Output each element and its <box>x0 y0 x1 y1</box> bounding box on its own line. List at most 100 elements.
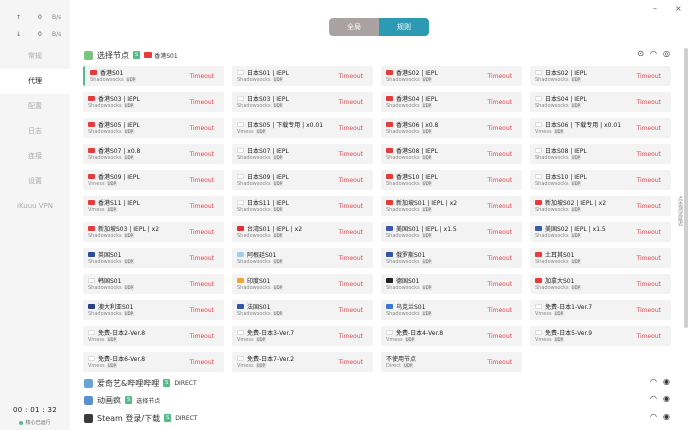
eye-icon[interactable]: ◉ <box>663 412 670 421</box>
proxy-node-card[interactable]: 香港S07 | x0.8 Shadowsocks UDP Timeout <box>83 144 224 164</box>
proxy-node-card[interactable]: 法国S01 Shadowsocks UDP Timeout <box>232 300 373 320</box>
proxy-node-card[interactable]: 新加坡S03 | IEPL | x2 Shadowsocks UDP Timeout <box>83 222 224 242</box>
node-delay[interactable]: Timeout <box>487 333 512 340</box>
node-delay[interactable]: Timeout <box>189 229 214 236</box>
node-delay[interactable]: Timeout <box>636 307 661 314</box>
node-delay[interactable]: Timeout <box>189 307 214 314</box>
node-delay[interactable]: Timeout <box>487 229 512 236</box>
proxy-node-card[interactable]: 免费-日本6-Ver.8 Vmess UDP Timeout <box>83 352 224 372</box>
node-delay[interactable]: Timeout <box>189 99 214 106</box>
node-delay[interactable]: Timeout <box>338 255 363 262</box>
proxy-node-card[interactable]: 印度S01 Shadowsocks UDP Timeout <box>232 274 373 294</box>
latency-test-icon[interactable]: ◠ <box>650 412 657 421</box>
eye-icon[interactable]: ◉ <box>663 377 670 386</box>
node-delay[interactable]: Timeout <box>487 281 512 288</box>
proxy-node-card[interactable]: 香港S01 Shadowsocks UDP Timeout <box>83 66 224 86</box>
latency-test-icon[interactable]: ◠ <box>650 377 657 386</box>
node-delay[interactable]: Timeout <box>189 203 214 210</box>
mode-global-button[interactable]: 全局 <box>329 18 379 36</box>
proxy-node-card[interactable]: 免费-日本7-Ver.2 Vmess UDP Timeout <box>232 352 373 372</box>
node-delay[interactable]: Timeout <box>338 359 363 366</box>
proxy-node-card[interactable]: 香港S08 | IEPL Shadowsocks UDP Timeout <box>381 144 522 164</box>
node-delay[interactable]: Timeout <box>189 177 214 184</box>
node-delay[interactable]: Timeout <box>487 307 512 314</box>
proxy-node-card[interactable]: 免费-日本5-Ver.9 Vmess UDP Timeout <box>530 326 671 346</box>
group-header-anime[interactable]: 动画疯 S 选择节点 ◠ ◉ <box>84 393 674 407</box>
proxy-node-card[interactable]: 日本S07 | IEPL Shadowsocks UDP Timeout <box>232 144 373 164</box>
node-delay[interactable]: Timeout <box>338 307 363 314</box>
proxy-node-card[interactable]: 新加坡S01 | IEPL | x2 Shadowsocks UDP Timeout <box>381 196 522 216</box>
node-delay[interactable]: Timeout <box>636 281 661 288</box>
eye-icon[interactable]: ◉ <box>663 394 670 403</box>
proxy-node-card[interactable]: 免费-日本4-Ver.8 Vmess UDP Timeout <box>381 326 522 346</box>
sidebar-item-logs[interactable]: 日志 <box>0 119 70 144</box>
sidebar-item-connections[interactable]: 连接 <box>0 144 70 169</box>
proxy-node-card[interactable]: 德国S01 Shadowsocks UDP Timeout <box>381 274 522 294</box>
proxy-node-card[interactable]: 英国S01 Shadowsocks UDP Timeout <box>83 248 224 268</box>
node-delay[interactable]: Timeout <box>189 125 214 132</box>
proxy-node-card[interactable]: 澳大利亚S01 Shadowsocks UDP Timeout <box>83 300 224 320</box>
scrollbar[interactable] <box>684 48 688 328</box>
group-header-steam[interactable]: Steam 登录/下载 S DIRECT ◠ ◉ <box>84 411 674 425</box>
hide-icon[interactable]: ◎ <box>663 49 670 58</box>
proxy-node-card[interactable]: 日本S11 | IEPL Shadowsocks UDP Timeout <box>232 196 373 216</box>
proxy-node-card[interactable]: 不使用节点 Direct UDP Timeout <box>381 352 522 372</box>
node-delay[interactable]: Timeout <box>636 99 661 106</box>
proxy-node-card[interactable]: 日本S05 | 下载专用 | x0.01 Vmess UDP Timeout <box>232 118 373 138</box>
node-delay[interactable]: Timeout <box>636 151 661 158</box>
node-delay[interactable]: Timeout <box>338 99 363 106</box>
proxy-node-card[interactable]: 美国S01 | IEPL | x1.5 Shadowsocks UDP Timeout <box>381 222 522 242</box>
proxy-node-card[interactable]: 免费-日本1-Ver.7 Vmess UDP Timeout <box>530 300 671 320</box>
sidebar-item-profiles[interactable]: 配置 <box>0 94 70 119</box>
node-delay[interactable]: Timeout <box>636 255 661 262</box>
proxy-node-card[interactable]: 免费-日本2-Ver.8 Vmess UDP Timeout <box>83 326 224 346</box>
node-delay[interactable]: Timeout <box>338 73 363 80</box>
node-delay[interactable]: Timeout <box>636 203 661 210</box>
proxy-node-card[interactable]: 香港S11 | IEPL Vmess UDP Timeout <box>83 196 224 216</box>
mode-rule-button[interactable]: 规则 <box>379 18 429 36</box>
proxy-node-card[interactable]: 新加坡S02 | IEPL | x2 Shadowsocks UDP Timeout <box>530 196 671 216</box>
node-delay[interactable]: Timeout <box>487 125 512 132</box>
proxy-node-card[interactable]: 台湾S01 | IEPL | x2 Shadowsocks UDP Timeout <box>232 222 373 242</box>
proxy-node-card[interactable]: 俄罗斯S01 Shadowsocks UDP Timeout <box>381 248 522 268</box>
node-delay[interactable]: Timeout <box>189 73 214 80</box>
proxy-node-card[interactable]: 日本S10 | IEPL Shadowsocks UDP Timeout <box>530 170 671 190</box>
node-delay[interactable]: Timeout <box>338 177 363 184</box>
proxy-node-card[interactable]: 香港S05 | IEPL Shadowsocks UDP Timeout <box>83 118 224 138</box>
node-delay[interactable]: Timeout <box>338 203 363 210</box>
locate-icon[interactable]: ⊙ <box>637 49 644 58</box>
node-delay[interactable]: Timeout <box>338 125 363 132</box>
node-delay[interactable]: Timeout <box>487 177 512 184</box>
node-delay[interactable]: Timeout <box>487 359 512 366</box>
proxy-node-card[interactable]: 日本S01 | IEPL Shadowsocks UDP Timeout <box>232 66 373 86</box>
node-delay[interactable]: Timeout <box>487 99 512 106</box>
node-delay[interactable]: Timeout <box>636 125 661 132</box>
node-delay[interactable]: Timeout <box>636 333 661 340</box>
node-delay[interactable]: Timeout <box>189 281 214 288</box>
latency-test-icon[interactable]: ◠ <box>650 49 657 58</box>
node-delay[interactable]: Timeout <box>487 203 512 210</box>
proxy-node-card[interactable]: 土耳其S01 Shadowsocks UDP Timeout <box>530 248 671 268</box>
proxy-node-card[interactable]: 乌克兰S01 Shadowsocks UDP Timeout <box>381 300 522 320</box>
proxy-node-card[interactable]: 韩国S01 Shadowsocks UDP Timeout <box>83 274 224 294</box>
proxy-node-card[interactable]: 日本S08 | IEPL Shadowsocks UDP Timeout <box>530 144 671 164</box>
node-delay[interactable]: Timeout <box>487 73 512 80</box>
node-delay[interactable]: Timeout <box>189 255 214 262</box>
node-delay[interactable]: Timeout <box>189 359 214 366</box>
sidebar-item-ikuuu[interactable]: iKuuu VPN <box>0 194 70 219</box>
proxy-node-card[interactable]: 香港S09 | IEPL Vmess UDP Timeout <box>83 170 224 190</box>
proxy-node-card[interactable]: 日本S06 | 下载专用 | x0.01 Vmess UDP Timeout <box>530 118 671 138</box>
proxy-node-card[interactable]: 香港S06 | x0.8 Shadowsocks UDP Timeout <box>381 118 522 138</box>
close-button[interactable]: × <box>675 4 682 13</box>
proxy-node-card[interactable]: 加拿大S01 Shadowsocks UDP Timeout <box>530 274 671 294</box>
proxy-node-card[interactable]: 香港S02 | IEPL Shadowsocks UDP Timeout <box>381 66 522 86</box>
proxy-node-card[interactable]: 免费-日本3-Ver.7 Vmess UDP Timeout <box>232 326 373 346</box>
minimize-button[interactable]: – <box>653 4 657 13</box>
node-delay[interactable]: Timeout <box>338 151 363 158</box>
proxy-node-card[interactable]: 香港S04 | IEPL Shadowsocks UDP Timeout <box>381 92 522 112</box>
sidebar-item-general[interactable]: 常规 <box>0 44 70 69</box>
sidebar-item-settings[interactable]: 设置 <box>0 169 70 194</box>
proxy-node-card[interactable]: 日本S03 | IEPL Shadowsocks UDP Timeout <box>232 92 373 112</box>
node-delay[interactable]: Timeout <box>636 177 661 184</box>
node-delay[interactable]: Timeout <box>189 151 214 158</box>
